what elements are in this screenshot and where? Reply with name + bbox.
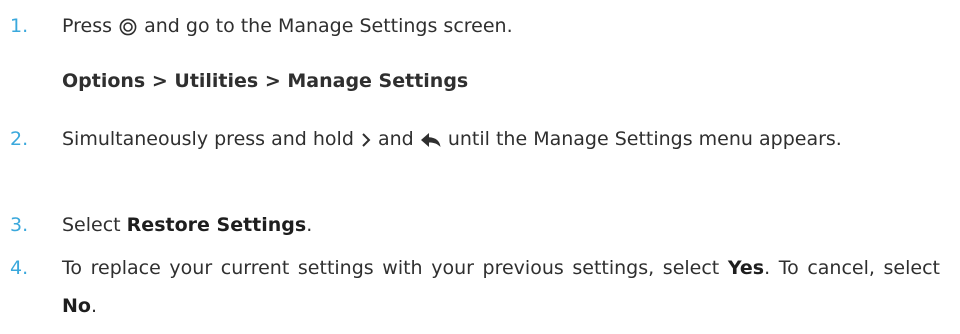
step-text-bold: Yes [727, 257, 765, 279]
step-text-part: and go to the Manage Settings screen. [144, 15, 513, 37]
step-text-part: To replace your current settings with yo… [62, 257, 720, 279]
step-1: 1. Press and go to the Manage Settings s… [10, 7, 940, 45]
step-text-part: . [306, 214, 313, 236]
step-text-part: until the Manage Settings menu appears. [447, 128, 842, 150]
menu-path: Options > Utilities > Manage Settings [62, 70, 469, 92]
back-arrow-icon [420, 131, 442, 149]
step-text-part: . To cancel, select [764, 257, 940, 279]
step-number: 2. [10, 128, 29, 150]
step-text-bold: No [62, 295, 91, 317]
step-text-part: Press [62, 15, 113, 37]
step-text-bold: Restore Settings [126, 214, 307, 236]
step-text-part: and [378, 128, 414, 150]
step-number: 4. [10, 257, 29, 279]
step-text-part: . [90, 295, 98, 317]
step-text: Press and go to the Manage Settings scre… [62, 7, 940, 45]
step-number: 3. [10, 214, 29, 236]
step-4: 4. To replace your current settings with… [10, 249, 940, 325]
step-number: 1. [10, 15, 29, 37]
step-text-part: Simultaneously press and hold [62, 128, 354, 150]
step-text-part: Select [62, 214, 121, 236]
step-3: 3. Select Restore Settings. [10, 206, 940, 244]
right-chevron-icon [360, 131, 372, 149]
ok-button-icon [118, 17, 138, 37]
step-text: Select Restore Settings. [62, 206, 940, 244]
step-text: Simultaneously press and hold and until … [62, 120, 940, 158]
step-text: To replace your current settings with yo… [62, 249, 940, 325]
step-2: 2. Simultaneously press and hold and unt… [10, 120, 940, 158]
